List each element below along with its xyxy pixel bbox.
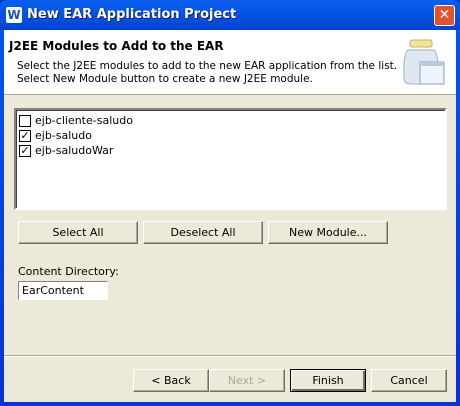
title-bar[interactable]: W New EAR Application Project ✕ xyxy=(0,0,460,30)
content-directory-input[interactable] xyxy=(18,281,108,300)
next-button[interactable]: Next > xyxy=(209,369,285,392)
description-line: Select the J2EE modules to add to the ne… xyxy=(17,60,398,72)
list-item[interactable]: ✓ ejb-saludo xyxy=(19,128,445,143)
close-icon: ✕ xyxy=(438,7,451,23)
page-description: Select the J2EE modules to add to the ne… xyxy=(17,60,397,86)
new-module-button[interactable]: New Module... xyxy=(268,221,388,244)
list-item[interactable]: ✓ ejb-saludoWar xyxy=(19,143,445,158)
page-title: J2EE Modules to Add to the EAR xyxy=(9,39,224,53)
module-label: ejb-cliente-saludo xyxy=(35,114,133,127)
checkbox-checked[interactable]: ✓ xyxy=(19,129,31,142)
app-icon: W xyxy=(6,7,22,23)
list-item[interactable]: ejb-cliente-saludo xyxy=(19,113,445,128)
ear-jar-icon xyxy=(403,39,445,85)
close-button[interactable]: ✕ xyxy=(434,5,455,26)
deselect-all-button[interactable]: Deselect All xyxy=(143,221,263,244)
finish-button[interactable]: Finish xyxy=(290,369,366,392)
footer-separator xyxy=(4,355,456,357)
module-label: ejb-saludoWar xyxy=(35,144,114,157)
dialog-window: W New EAR Application Project ✕ J2EE Mod… xyxy=(0,0,460,406)
back-button[interactable]: < Back xyxy=(133,369,209,392)
checkbox[interactable] xyxy=(19,114,31,127)
checkbox-checked[interactable]: ✓ xyxy=(19,144,31,157)
module-list[interactable]: ejb-cliente-saludo ✓ ejb-saludo ✓ ejb-salu… xyxy=(14,108,447,210)
cancel-button[interactable]: Cancel xyxy=(371,369,447,392)
window-title: New EAR Application Project xyxy=(27,7,237,22)
wizard-banner: J2EE Modules to Add to the EAR Select th… xyxy=(4,30,456,95)
module-label: ejb-saludo xyxy=(35,129,92,142)
select-all-button[interactable]: Select All xyxy=(18,221,138,244)
content-directory-label: Content Directory: xyxy=(18,265,119,278)
description-line: Select New Module button to create a new… xyxy=(17,73,313,85)
dialog-body: J2EE Modules to Add to the EAR Select th… xyxy=(4,30,456,402)
